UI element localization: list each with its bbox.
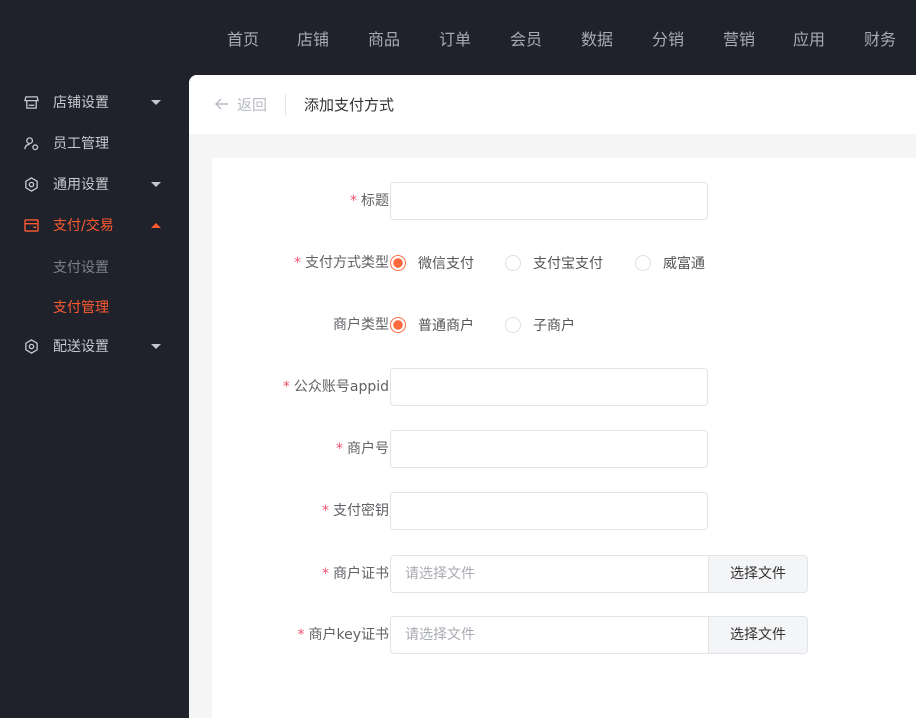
- wallet-icon: [23, 217, 39, 233]
- radio-normal-merchant[interactable]: 普通商户: [390, 306, 474, 344]
- sidebar-item-delivery-settings[interactable]: 配送设置: [0, 326, 189, 366]
- required-mark: *: [322, 566, 329, 582]
- page-title: 添加支付方式: [304, 96, 395, 114]
- nav-finance[interactable]: 财务: [864, 26, 896, 50]
- label-text: 公众账号appid: [293, 379, 389, 395]
- title-input[interactable]: [390, 182, 708, 220]
- sidebar-item-label: 员工管理: [53, 136, 109, 152]
- nav-distribution[interactable]: 分销: [652, 26, 684, 50]
- label-text: 商户证书: [333, 566, 389, 582]
- sidebar-item-label: 配送设置: [53, 339, 109, 355]
- choose-file-button[interactable]: 选择文件: [708, 617, 807, 653]
- appid-row: * 公众账号appid: [212, 368, 916, 406]
- caret-down-icon: [151, 343, 161, 349]
- required-mark: *: [294, 255, 301, 271]
- sidebar-subitem-payment-settings[interactable]: 支付设置: [53, 257, 109, 277]
- nav-orders[interactable]: 订单: [439, 26, 471, 50]
- radio-label: 支付宝支付: [533, 256, 603, 272]
- sidebar-item-staff[interactable]: 员工管理: [0, 123, 189, 163]
- file-placeholder: 请选择文件: [405, 627, 475, 643]
- nav-marketing[interactable]: 营销: [723, 26, 755, 50]
- caret-up-icon: [151, 222, 161, 228]
- keycert-file-input[interactable]: 请选择文件 选择文件: [390, 616, 808, 654]
- caret-down-icon: [151, 181, 161, 187]
- radio-label: 普通商户: [418, 318, 474, 334]
- nav-members[interactable]: 会员: [510, 26, 542, 50]
- page-header: 返回 添加支付方式: [189, 75, 916, 134]
- radio-checked-icon: [390, 317, 406, 333]
- nav-home[interactable]: 首页: [227, 26, 259, 50]
- arrow-left-icon: [214, 96, 229, 114]
- sidebar-subitem-payment-management[interactable]: 支付管理: [53, 297, 109, 317]
- mchid-input[interactable]: [390, 430, 708, 468]
- caret-down-icon: [151, 99, 161, 105]
- radio-label: 微信支付: [418, 256, 474, 272]
- radio-wechat[interactable]: 微信支付: [390, 244, 474, 282]
- radio-unchecked-icon: [505, 255, 521, 271]
- title-row: * 标题: [212, 182, 916, 220]
- radio-label: 子商户: [533, 318, 575, 334]
- appid-label: * 公众账号appid: [283, 368, 389, 406]
- required-mark: *: [282, 379, 290, 395]
- label-text: 标题: [361, 193, 389, 209]
- store-icon: [23, 94, 39, 110]
- radio-alipay[interactable]: 支付宝支付: [505, 244, 603, 282]
- sidebar: 店铺设置 员工管理 通用设置 支付/交易 支付设置 支付管理 配送设置: [0, 75, 189, 718]
- required-mark: *: [297, 627, 305, 643]
- radio-swiftpass[interactable]: 威富通: [635, 244, 705, 282]
- key-row: * 支付密钥: [212, 492, 916, 530]
- top-bar: 首页 店铺 商品 订单 会员 数据 分销 营销 应用 财务: [0, 0, 916, 75]
- file-placeholder: 请选择文件: [405, 566, 475, 582]
- gear-icon: [23, 338, 39, 354]
- radio-sub-merchant[interactable]: 子商户: [505, 306, 575, 344]
- label-text: 商户号: [347, 441, 389, 457]
- sidebar-item-store-settings[interactable]: 店铺设置: [0, 82, 189, 122]
- main-content: 返回 添加支付方式 * 标题 * 支付方式类型 微信支付 支付宝支付 威富通 商户类…: [189, 75, 916, 718]
- keycert-row: * 商户key证书 请选择文件 选择文件: [212, 616, 916, 654]
- mchid-label: * 商户号: [336, 430, 389, 468]
- label-text: 支付密钥: [333, 503, 389, 519]
- merchant-type-label: 商户类型: [333, 317, 389, 333]
- nav-goods[interactable]: 商品: [368, 26, 400, 50]
- merchant-type-row: 商户类型 普通商户 子商户: [212, 306, 916, 344]
- required-mark: *: [336, 441, 343, 457]
- choose-file-button[interactable]: 选择文件: [708, 556, 807, 592]
- radio-label: 威富通: [663, 256, 705, 272]
- radio-unchecked-icon: [635, 255, 651, 271]
- sidebar-item-label: 店铺设置: [53, 95, 109, 111]
- nav-store[interactable]: 店铺: [297, 26, 329, 50]
- radio-checked-icon: [390, 255, 406, 271]
- required-mark: *: [350, 193, 357, 209]
- key-input[interactable]: [390, 492, 708, 530]
- paytype-row: * 支付方式类型 微信支付 支付宝支付 威富通: [212, 244, 916, 282]
- label-text: 支付方式类型: [305, 255, 389, 271]
- mchid-row: * 商户号: [212, 430, 916, 468]
- back-button[interactable]: 返回: [214, 94, 268, 115]
- back-label: 返回: [237, 96, 268, 114]
- cert-label: * 商户证书: [322, 555, 389, 593]
- required-mark: *: [322, 503, 329, 519]
- cert-file-input[interactable]: 请选择文件 选择文件: [390, 555, 808, 593]
- cert-row: * 商户证书 请选择文件 选择文件: [212, 555, 916, 593]
- gear-icon: [23, 176, 39, 192]
- nav-data[interactable]: 数据: [581, 26, 613, 50]
- sidebar-item-label: 支付/交易: [53, 218, 114, 234]
- keycert-label: * 商户key证书: [297, 616, 389, 654]
- radio-unchecked-icon: [505, 317, 521, 333]
- user-icon: [23, 135, 39, 151]
- nav-apps[interactable]: 应用: [793, 26, 825, 50]
- title-label: * 标题: [350, 182, 389, 220]
- appid-input[interactable]: [390, 368, 708, 406]
- sidebar-item-payment[interactable]: 支付/交易: [0, 205, 189, 245]
- label-text: 商户key证书: [308, 627, 389, 643]
- key-label: * 支付密钥: [322, 492, 389, 530]
- sidebar-item-general-settings[interactable]: 通用设置: [0, 164, 189, 204]
- payment-form: * 标题 * 支付方式类型 微信支付 支付宝支付 威富通 商户类型 普通商户 子商户…: [212, 158, 916, 718]
- logo: [22, 24, 172, 64]
- sidebar-item-label: 通用设置: [53, 177, 109, 193]
- paytype-label: * 支付方式类型: [294, 244, 389, 282]
- divider: [285, 93, 287, 116]
